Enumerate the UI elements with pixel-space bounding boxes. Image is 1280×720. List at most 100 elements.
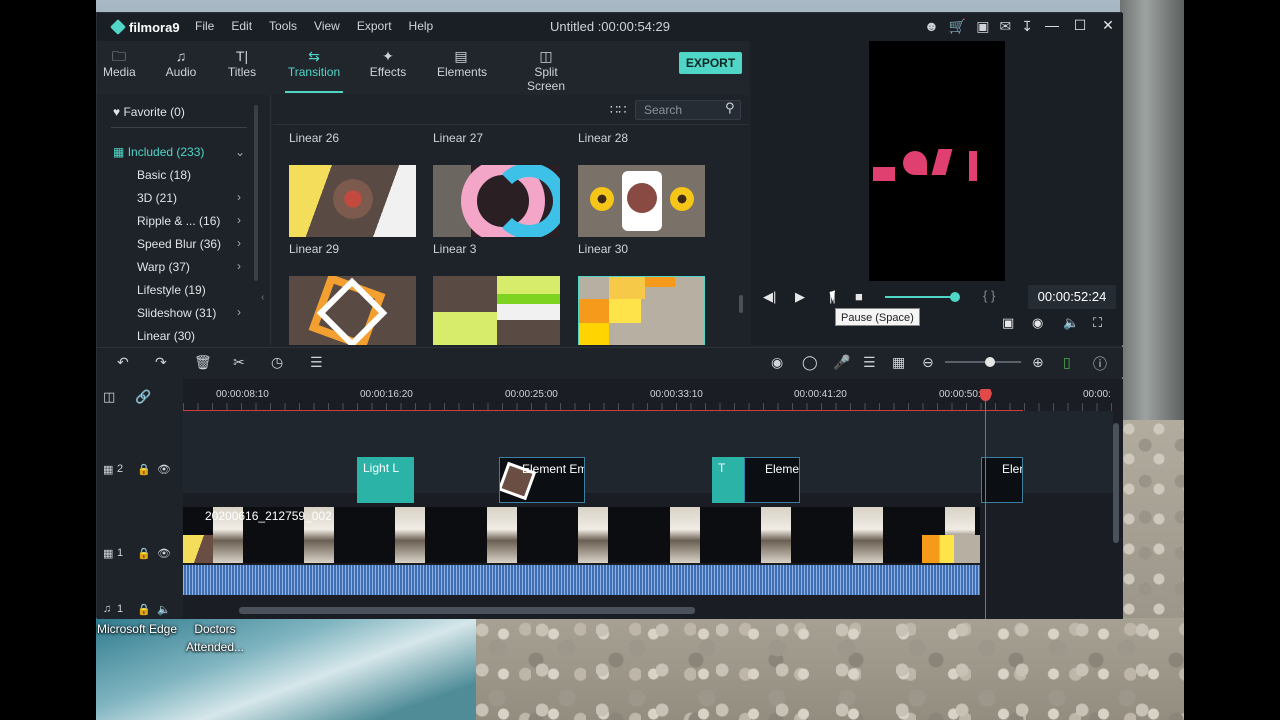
save-icon[interactable]: ▣ [976, 18, 989, 35]
transition-label: Linear 3 [433, 242, 477, 256]
timeline-horizontal-scrollbar[interactable] [239, 607, 695, 614]
timeline-ruler[interactable]: 00:00:08:10 00:00:16:20 00:00:25:00 00:0… [183, 379, 1113, 412]
menu-help[interactable]: Help [409, 19, 434, 33]
adjust-icon[interactable]: ☰ [310, 354, 323, 371]
tab-split-screen[interactable]: ◫ Split Screen [515, 47, 577, 93]
progress-handle[interactable] [950, 292, 960, 302]
add-track-icon[interactable]: ◫ [103, 389, 115, 405]
chevron-right-icon: › [237, 305, 241, 319]
search-icon[interactable]: ⚲ [725, 100, 735, 116]
transition-thumbnail[interactable] [578, 165, 705, 237]
menu-view[interactable]: View [314, 19, 340, 33]
transition-thumbnail[interactable] [433, 165, 560, 237]
element-clip[interactable]: Element Em [499, 457, 585, 503]
audio-waveform[interactable] [183, 565, 980, 595]
category-item[interactable]: Warp (37) › [137, 259, 247, 274]
audio-mixer-icon[interactable]: ☰ [863, 354, 876, 371]
fit-timeline-icon[interactable]: ▦ [892, 354, 905, 371]
category-item[interactable]: Ripple & ... (16) › [137, 213, 247, 228]
category-item[interactable]: 3D (21) › [137, 190, 247, 205]
transition-thumbnail[interactable] [433, 276, 560, 345]
cart-icon[interactable]: 🛒 [949, 18, 966, 35]
render-icon[interactable]: ◉ [771, 354, 783, 371]
play-icon[interactable]: ▶ [795, 289, 805, 305]
collapse-panel-icon[interactable]: ‹ [261, 292, 264, 303]
category-item[interactable]: Lifestyle (19) [137, 283, 247, 297]
download-icon[interactable]: ↧ [1021, 18, 1033, 35]
minimize-icon[interactable]: — [1045, 17, 1059, 34]
undo-icon[interactable]: ↶ [117, 354, 129, 371]
cut-icon[interactable]: ✂ [233, 354, 245, 371]
favorite-category[interactable]: ♥ Favorite (0) [113, 105, 185, 119]
transition-thumbnail-selected[interactable] [578, 276, 705, 345]
tab-elements[interactable]: ▤ Elements [437, 47, 488, 79]
divider [111, 127, 247, 128]
element-clip[interactable]: Eleme [744, 457, 800, 503]
menu-file[interactable]: File [195, 19, 214, 33]
marker-icon[interactable]: ◯ [802, 354, 818, 371]
export-button[interactable]: EXPORT [679, 52, 742, 74]
tab-media[interactable]: 🗀 Media [103, 47, 136, 79]
layout-icon[interactable]: ▯ [1063, 354, 1071, 371]
fullscreen-icon[interactable]: ⛶ [1093, 315, 1102, 331]
tab-label: Elements [437, 65, 488, 79]
category-scrollbar[interactable] [254, 105, 258, 281]
mark-in-out-icon[interactable]: { } [983, 288, 995, 303]
tab-transition[interactable]: ⇆ Transition [285, 47, 343, 93]
category-item[interactable]: Basic (18) [137, 168, 247, 182]
render-preview-icon[interactable]: ▣ [1002, 315, 1014, 331]
text-icon: T| [235, 48, 249, 64]
element-clip[interactable]: T [712, 457, 744, 503]
zoom-in-icon[interactable]: ⊕ [1032, 354, 1044, 371]
eye-icon[interactable]: 👁 [157, 463, 171, 476]
transition-label: Linear 28 [578, 131, 629, 145]
maximize-icon[interactable]: ☐ [1073, 17, 1087, 34]
eye-icon[interactable]: 👁 [157, 547, 171, 560]
close-icon[interactable]: ✕ [1101, 17, 1115, 34]
video-clip[interactable]: 20200616_212759_002 [183, 507, 980, 563]
stop-icon[interactable]: ■ [855, 289, 863, 304]
zoom-handle[interactable] [985, 357, 995, 367]
tab-titles[interactable]: T| Titles [225, 47, 259, 79]
lock-icon[interactable]: 🔒 [137, 603, 151, 616]
lock-icon[interactable]: 🔒 [137, 463, 151, 476]
step-back-icon[interactable]: ◀| [763, 289, 776, 305]
playhead[interactable] [985, 389, 986, 619]
microphone-icon[interactable]: 🎤 [833, 354, 850, 371]
tab-audio[interactable]: ♫ Audio [165, 47, 197, 79]
volume-icon[interactable]: 🔈 [1063, 315, 1079, 331]
transition-thumbnail[interactable] [289, 276, 416, 345]
zoom-slider[interactable] [945, 361, 1021, 363]
zoom-out-icon[interactable]: ⊖ [922, 354, 934, 371]
delete-icon[interactable]: 🗑 [194, 354, 212, 371]
speaker-icon[interactable]: 🔈 [157, 603, 171, 616]
grid-icon: ▦ [113, 145, 125, 159]
link-icon[interactable]: 🔗 [135, 389, 151, 405]
category-item[interactable]: Slideshow (31) › [137, 305, 247, 320]
transition-thumbnail[interactable] [289, 165, 416, 237]
menu-edit[interactable]: Edit [231, 19, 252, 33]
category-item[interactable]: Linear (30) [137, 329, 247, 343]
mail-icon[interactable]: ✉ [1000, 18, 1012, 35]
element-clip[interactable]: Light L [357, 457, 414, 503]
redo-icon[interactable]: ↷ [155, 354, 167, 371]
menu-tools[interactable]: Tools [269, 19, 297, 33]
included-category[interactable]: ▦ Included (233) ⌄ [113, 145, 245, 159]
grid-scrollbar[interactable] [739, 295, 743, 313]
help-icon[interactable]: ⓘ [1093, 354, 1107, 374]
lock-icon[interactable]: 🔒 [137, 547, 151, 560]
speed-icon[interactable]: ◷ [271, 354, 283, 371]
category-item[interactable]: Speed Blur (36) › [137, 236, 247, 251]
grid-view-icon[interactable]: ∷∷ [610, 102, 627, 118]
desktop-icon-edge[interactable]: Microsoft Edge [92, 620, 182, 638]
timeline-vertical-scrollbar[interactable] [1113, 423, 1119, 543]
timeline: ◫ 🔗 00:00:08:10 00:00:16:20 00:00:25:00 … [97, 379, 1123, 619]
letterbox-left [0, 0, 96, 720]
menu-export[interactable]: Export [357, 19, 392, 33]
snapshot-icon[interactable]: ◉ [1032, 315, 1043, 331]
account-icon[interactable]: ☻ [924, 18, 939, 35]
progress-track[interactable] [885, 296, 957, 298]
tab-effects[interactable]: ✦ Effects [369, 47, 407, 79]
element-clip[interactable]: Eler [981, 457, 1023, 503]
desktop-icon-doctors[interactable]: Doctors Attended... [170, 620, 260, 656]
